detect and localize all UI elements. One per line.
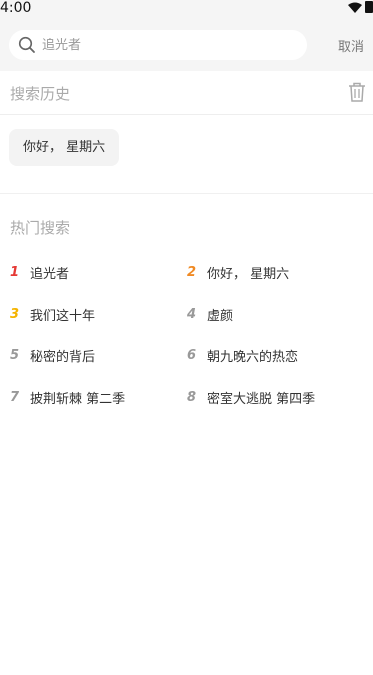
hot-search-item[interactable]: 2 你好， 星期六 [187, 252, 364, 294]
hot-rank: 7 [10, 389, 20, 405]
status-bar: 4:00 [0, 0, 373, 16]
hot-rank: 5 [10, 348, 20, 364]
hot-search-item[interactable]: 8 密室大逃脱 第四季 [187, 377, 364, 419]
hot-rank: 2 [187, 265, 197, 281]
status-time: 4:00 [0, 0, 32, 16]
hot-search-item[interactable]: 1 追光者 [10, 252, 187, 294]
hot-label: 秘密的背后 [30, 350, 96, 366]
hot-label: 你好， 星期六 [207, 267, 290, 283]
battery-icon [365, 1, 373, 13]
search-history-title: 搜索历史 [10, 85, 71, 103]
hot-label: 虚颜 [207, 308, 234, 324]
search-box[interactable] [9, 30, 307, 60]
hot-rank: 3 [10, 306, 20, 322]
hot-search-item[interactable]: 4 虚颜 [187, 294, 364, 336]
hot-search-title: 热门搜索 [10, 219, 71, 237]
hot-label: 披荆斩棘 第二季 [30, 391, 126, 407]
hot-rank: 4 [187, 306, 197, 322]
status-icons [348, 1, 373, 13]
hot-label: 追光者 [30, 267, 70, 283]
hot-search-item[interactable]: 3 我们这十年 [10, 294, 187, 336]
hot-label: 我们这十年 [30, 308, 96, 324]
hot-label: 朝九晚六的热恋 [207, 350, 299, 366]
hot-search-item[interactable]: 6 朝九晚六的热恋 [187, 335, 364, 377]
divider [0, 193, 373, 194]
cancel-button[interactable]: 取消 [338, 36, 364, 55]
hot-search-item[interactable]: 5 秘密的背后 [10, 335, 187, 377]
search-icon [18, 36, 35, 53]
hot-rank: 8 [187, 389, 197, 405]
search-input[interactable] [42, 37, 282, 53]
hot-search-item[interactable]: 7 披荆斩棘 第二季 [10, 377, 187, 419]
trash-icon[interactable] [348, 82, 366, 102]
hot-rank: 1 [10, 265, 20, 281]
hot-search-list: 1 追光者 2 你好， 星期六 3 我们这十年 4 虚颜 5 秘密的背后 6 朝… [10, 252, 366, 418]
hot-rank: 6 [187, 348, 197, 364]
wifi-icon [348, 2, 362, 13]
hot-label: 密室大逃脱 第四季 [207, 391, 316, 407]
search-header: 取消 [0, 16, 373, 71]
search-history-chip[interactable]: 你好， 星期六 [9, 129, 120, 166]
search-history-header: 搜索历史 [0, 71, 373, 115]
